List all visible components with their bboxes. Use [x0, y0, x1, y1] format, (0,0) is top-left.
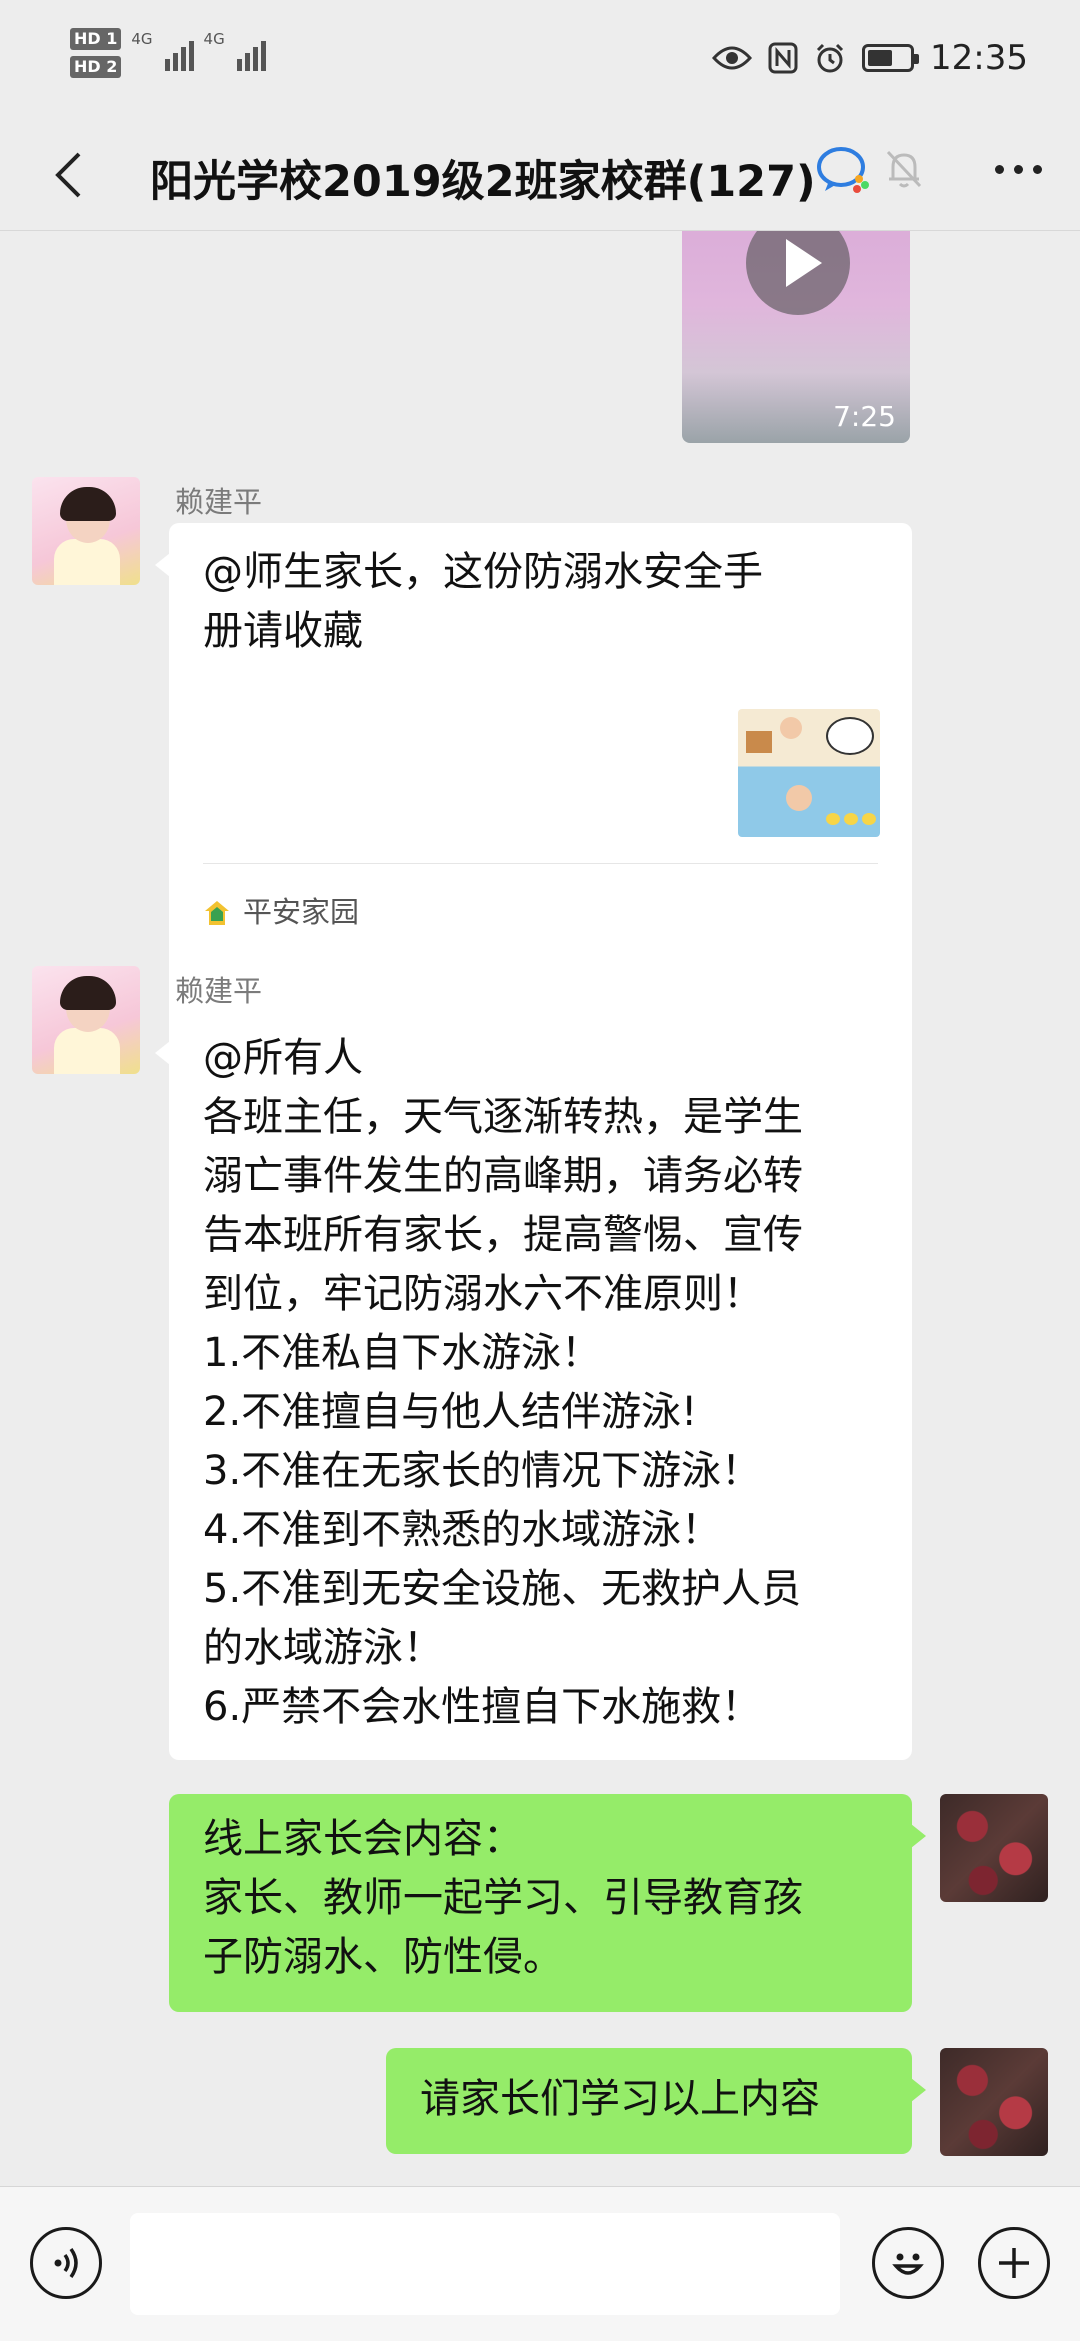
- network-type-1: 4G: [131, 30, 153, 48]
- message-input[interactable]: [130, 2213, 840, 2315]
- safe-home-icon: [205, 900, 229, 925]
- chat-area[interactable]: 7:25 赖建平 @师生家长，这份防溺水安全手 册请收藏 平安家园 赖建平 @所…: [0, 231, 1080, 2186]
- message-line: 溺亡事件发生的高峰期，请务必转: [203, 1153, 803, 1199]
- signal-1-icon: [164, 35, 194, 71]
- back-chevron-icon: [55, 152, 81, 198]
- enterprise-group-icon: [817, 147, 869, 193]
- message-line: 子防溺水、防性侵。: [203, 1934, 563, 1980]
- message-line: 线上家长会内容：: [203, 1816, 523, 1862]
- signal-area: HD 1 HD 2 4G 4G: [70, 28, 266, 78]
- message-line: 6.严禁不会水性擅自下水施救！: [203, 1684, 762, 1730]
- play-icon: [746, 231, 850, 315]
- emoji-icon: [892, 2253, 924, 2275]
- message-line: 3.不准在无家长的情况下游泳！: [203, 1448, 762, 1494]
- clock: 12:35: [930, 38, 1028, 78]
- more-dots-icon: [995, 165, 1004, 174]
- video-message[interactable]: 7:25: [682, 231, 910, 443]
- back-button[interactable]: [38, 145, 98, 205]
- status-bar: HD 1 HD 2 4G 4G 12:35: [0, 0, 1080, 125]
- avatar-sender[interactable]: [32, 966, 140, 1074]
- text-message[interactable]: @所有人 各班主任，天气逐渐转热，是学生 溺亡事件发生的高峰期，请务必转 告本班…: [155, 1011, 912, 1760]
- own-text-message[interactable]: 请家长们学习以上内容: [386, 2048, 926, 2154]
- divider: [203, 863, 878, 864]
- link-card-thumbnail: [738, 709, 880, 837]
- plus-icon: [999, 2248, 1029, 2278]
- message-line: 的水域游泳！: [203, 1625, 443, 1671]
- message-line: 5.不准到无安全设施、无救护人员: [203, 1566, 802, 1612]
- message-text: 请家长们学习以上内容: [420, 2076, 820, 2122]
- alarm-icon: [816, 43, 844, 73]
- message-line: @所有人: [203, 1035, 363, 1081]
- avatar-self[interactable]: [940, 1794, 1048, 1902]
- sim2-badge: HD 2: [70, 56, 122, 78]
- chat-title[interactable]: 阳光学校2019级2班家校群(127): [150, 147, 816, 209]
- signal-2-icon: [236, 35, 266, 71]
- sim1-badge: HD 1: [70, 28, 122, 50]
- battery-icon: [862, 44, 920, 72]
- avatar-sender[interactable]: [32, 477, 140, 585]
- more-functions-button[interactable]: [978, 2227, 1050, 2299]
- emoji-button[interactable]: [872, 2227, 944, 2299]
- more-button[interactable]: [995, 165, 1042, 174]
- message-line: 各班主任，天气逐渐转热，是学生: [203, 1094, 803, 1140]
- avatar-self[interactable]: [940, 2048, 1048, 2156]
- input-bar: [0, 2186, 1080, 2341]
- message-line: 到位，牢记防溺水六不准原则！: [203, 1271, 763, 1317]
- own-text-message[interactable]: 线上家长会内容： 家长、教师一起学习、引导教育孩 子防溺水、防性侵。: [169, 1794, 926, 2012]
- sender-name: 赖建平: [175, 974, 263, 1008]
- message-line: 家长、教师一起学习、引导教育孩: [203, 1875, 803, 1921]
- message-line: 告本班所有家长，提高警惕、宣传: [203, 1212, 803, 1258]
- message-line: 2.不准擅自与他人结伴游泳!: [203, 1389, 698, 1435]
- voice-icon: [54, 2247, 78, 2279]
- message-line: 1.不准私自下水游泳！: [203, 1330, 602, 1376]
- link-card-source: 平安家园: [203, 883, 359, 942]
- eye-icon: [712, 46, 753, 70]
- link-card-title-line2: 册请收藏: [203, 608, 363, 654]
- mute-bell-icon: [886, 150, 922, 188]
- voice-button[interactable]: [30, 2227, 102, 2299]
- sender-name: 赖建平: [175, 485, 263, 519]
- link-card-source-name: 平安家园: [243, 895, 360, 929]
- network-type-2: 4G: [203, 30, 225, 48]
- video-duration: 7:25: [833, 400, 896, 433]
- nfc-icon: [768, 42, 798, 74]
- chat-header: 阳光学校2019级2班家校群(127): [0, 125, 1080, 231]
- link-card-title-line1: @师生家长，这份防溺水安全手: [203, 549, 763, 595]
- message-line: 4.不准到不熟悉的水域游泳！: [203, 1507, 722, 1553]
